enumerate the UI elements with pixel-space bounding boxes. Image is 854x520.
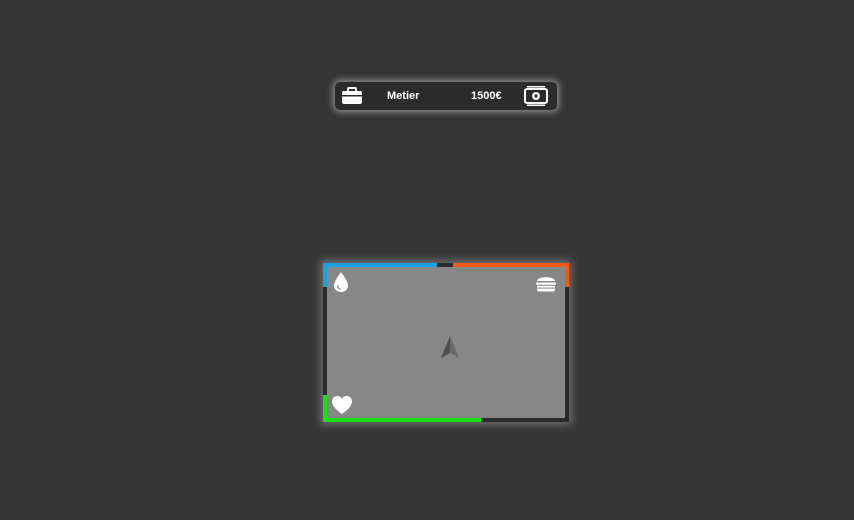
job-bar: Metier 1500€ (335, 82, 557, 110)
salary-amount: 1500€ (471, 90, 502, 102)
minimap[interactable] (327, 267, 565, 418)
minimap-frame (323, 263, 569, 422)
health-bar (323, 418, 481, 422)
hunger-bar-edge (565, 263, 569, 287)
status-track-empty (323, 287, 327, 395)
status-track-empty (481, 418, 569, 422)
status-track-empty (437, 263, 453, 267)
status-track-empty (565, 287, 569, 422)
burger-icon (536, 277, 556, 292)
water-drop-icon (334, 272, 348, 292)
thirst-bar (323, 263, 437, 267)
money-icon (524, 86, 548, 106)
navigation-arrow-icon (441, 336, 459, 358)
health-bar-edge (323, 395, 327, 422)
hunger-bar (453, 263, 569, 267)
thirst-bar-edge (323, 263, 327, 287)
heart-icon (332, 396, 352, 414)
briefcase-icon (342, 87, 362, 104)
job-label: Metier (387, 90, 420, 102)
